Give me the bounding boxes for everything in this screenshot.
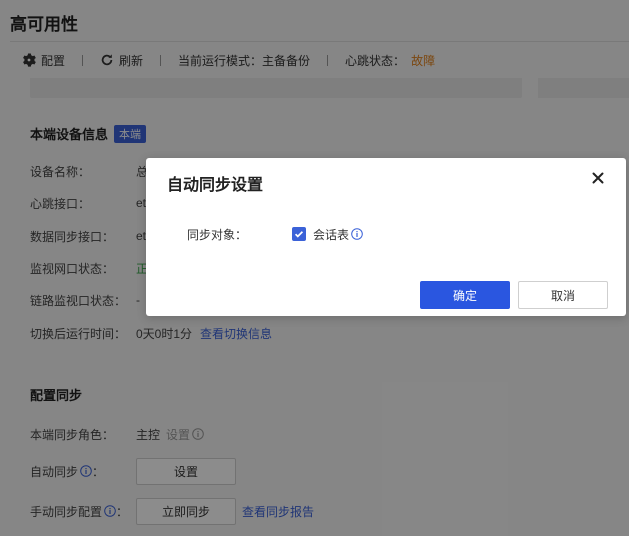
close-icon[interactable]	[590, 170, 606, 186]
session-table-checkbox[interactable]	[292, 227, 306, 241]
sync-target-row: 同步对象： 会话表	[187, 224, 363, 244]
cancel-button[interactable]: 取消	[518, 281, 608, 309]
sync-target-label: 同步对象：	[187, 227, 248, 242]
session-table-label: 会话表	[313, 227, 350, 242]
confirm-button[interactable]: 确定	[420, 281, 510, 309]
info-icon[interactable]	[351, 228, 363, 240]
auto-sync-dialog: 自动同步设置 同步对象： 会话表 确定 取消	[146, 158, 626, 316]
dialog-title: 自动同步设置	[167, 177, 264, 194]
